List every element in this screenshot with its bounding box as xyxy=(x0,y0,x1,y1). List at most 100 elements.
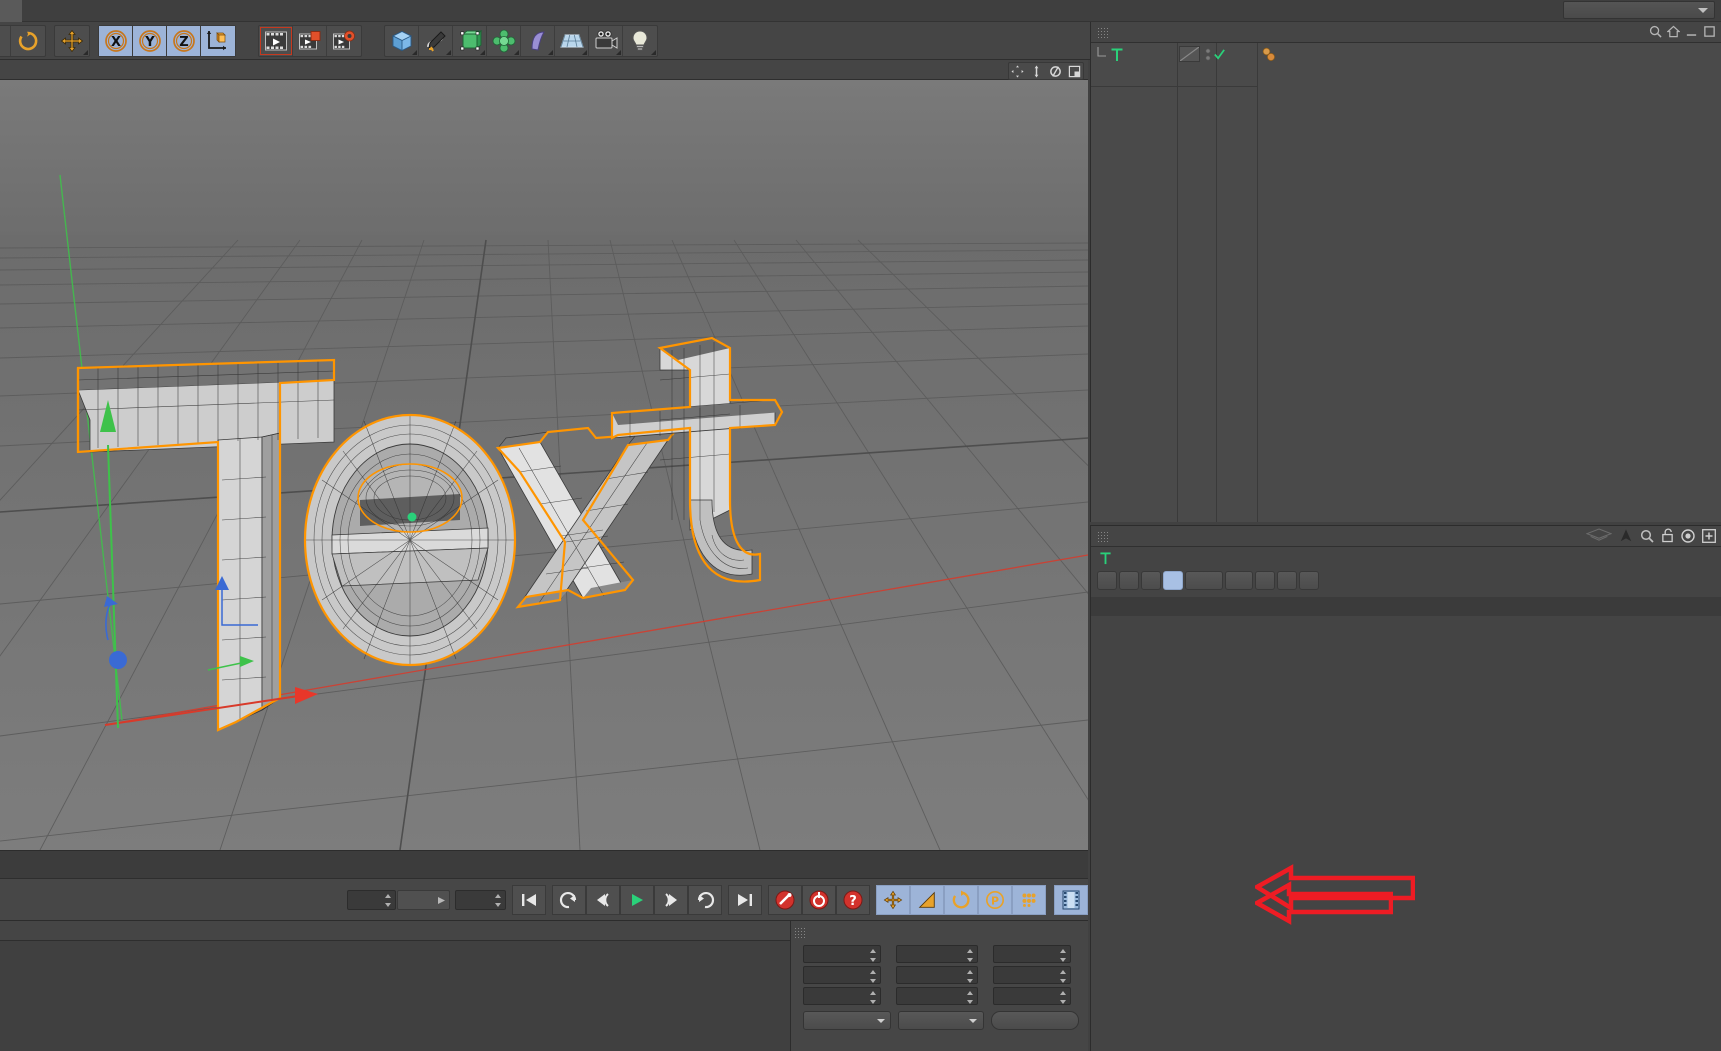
camera-icon[interactable] xyxy=(589,25,623,56)
cube-icon[interactable] xyxy=(385,25,419,56)
stepper-icon[interactable] xyxy=(1060,949,1067,962)
y-axis-icon[interactable]: Y xyxy=(133,25,167,56)
object-tree[interactable] xyxy=(1091,43,1721,522)
menu-plugins[interactable] xyxy=(176,0,198,22)
x-axis-icon[interactable]: X xyxy=(99,25,133,56)
play-reverse-loop-button[interactable] xyxy=(552,884,587,915)
plus-icon[interactable] xyxy=(1702,528,1716,543)
arrow-up-icon[interactable] xyxy=(1619,528,1633,543)
target-icon[interactable] xyxy=(1681,528,1695,543)
layout-dropdown[interactable] xyxy=(1563,1,1715,19)
viewport-3d-canvas[interactable] xyxy=(0,80,1088,850)
coordinate-size-dropdown[interactable] xyxy=(898,1010,984,1030)
bend-deformer-icon[interactable] xyxy=(521,25,555,56)
maximize-icon[interactable] xyxy=(1703,25,1716,38)
tab-coord[interactable] xyxy=(1119,570,1139,590)
stepper-icon[interactable] xyxy=(495,893,502,907)
rotation-h-field[interactable] xyxy=(993,945,1071,963)
step-forward-button[interactable] xyxy=(654,884,689,915)
layers-icon[interactable] xyxy=(1586,528,1612,543)
play-button[interactable] xyxy=(620,884,655,915)
stepper-icon[interactable] xyxy=(1060,991,1067,1004)
panel-grip-icon[interactable] xyxy=(1097,530,1108,542)
panel-grip-icon[interactable] xyxy=(794,926,805,938)
size-z-field[interactable] xyxy=(896,987,978,1005)
render-region-icon[interactable] xyxy=(293,25,327,56)
menu-mograph[interactable] xyxy=(132,0,154,22)
timeline-button[interactable] xyxy=(1054,884,1089,915)
param-key-button[interactable]: P xyxy=(978,884,1013,915)
rotation-p-field[interactable] xyxy=(993,966,1071,984)
panel-grip-icon[interactable] xyxy=(1097,26,1108,38)
pan-icon[interactable] xyxy=(1009,63,1026,79)
rotation-key-button[interactable] xyxy=(944,884,979,915)
stepper-icon[interactable] xyxy=(967,949,974,962)
preview-min-field[interactable] xyxy=(347,889,396,910)
menu-mesh[interactable] xyxy=(22,0,44,22)
position-key-button[interactable] xyxy=(876,884,911,915)
menu-tools[interactable] xyxy=(0,0,22,22)
menu-window[interactable] xyxy=(220,0,242,22)
stepper-icon[interactable] xyxy=(870,949,877,962)
position-z-field[interactable] xyxy=(803,987,881,1005)
search-icon[interactable] xyxy=(1640,529,1654,543)
undo-icon[interactable] xyxy=(0,25,11,56)
z-axis-icon[interactable]: Z xyxy=(167,25,201,56)
tab-lines[interactable] xyxy=(1225,570,1253,590)
menu-render[interactable] xyxy=(110,0,132,22)
floor-icon[interactable] xyxy=(555,25,589,56)
maximize-icon[interactable] xyxy=(1066,63,1083,79)
minimize-icon[interactable] xyxy=(1685,25,1698,38)
step-back-button[interactable] xyxy=(586,884,621,915)
stepper-icon[interactable] xyxy=(870,991,877,1004)
zoom-icon[interactable] xyxy=(1028,63,1045,79)
keyframe-selection-button[interactable]: ? xyxy=(836,884,871,915)
tab-words[interactable] xyxy=(1255,570,1275,590)
rotation-b-field[interactable] xyxy=(993,987,1071,1005)
object-display-toggle[interactable] xyxy=(1179,46,1200,62)
menu-script[interactable] xyxy=(198,0,220,22)
stepper-icon[interactable] xyxy=(1060,970,1067,983)
nurbs-icon[interactable] xyxy=(453,25,487,56)
coordinate-mode-dropdown[interactable] xyxy=(803,1010,891,1030)
loop-button[interactable] xyxy=(688,884,723,915)
menu-snap[interactable] xyxy=(44,0,66,22)
array-icon[interactable] xyxy=(487,25,521,56)
position-x-field[interactable] xyxy=(803,945,881,963)
tab-caps[interactable] xyxy=(1163,570,1183,590)
mograph-tag-icon[interactable] xyxy=(1261,47,1279,63)
tab-letters[interactable] xyxy=(1277,570,1297,590)
menu-help[interactable] xyxy=(242,0,264,22)
go-to-end-button[interactable] xyxy=(728,884,763,915)
tab-phong[interactable] xyxy=(1299,570,1319,590)
stepper-icon[interactable] xyxy=(870,970,877,983)
light-icon[interactable] xyxy=(623,26,657,56)
menu-animate[interactable] xyxy=(66,0,88,22)
apply-button[interactable] xyxy=(991,1010,1079,1030)
tab-object[interactable] xyxy=(1141,570,1161,590)
scale-key-button[interactable] xyxy=(910,884,945,915)
world-object-axis-icon[interactable] xyxy=(201,25,235,56)
visibility-dots-icon[interactable] xyxy=(1205,47,1211,62)
size-x-field[interactable] xyxy=(896,945,978,963)
search-icon[interactable] xyxy=(1649,25,1662,38)
position-y-field[interactable] xyxy=(803,966,881,984)
stepper-icon[interactable] xyxy=(967,991,974,1004)
stepper-icon[interactable] xyxy=(967,970,974,983)
spline-pen-icon[interactable] xyxy=(419,25,453,56)
end-frame-field[interactable] xyxy=(454,889,507,910)
tab-all[interactable] xyxy=(1185,570,1223,590)
size-y-field[interactable] xyxy=(896,966,978,984)
timeline-ruler[interactable] xyxy=(0,850,1088,878)
render-settings-icon[interactable] xyxy=(327,26,361,56)
move-tool-icon[interactable] xyxy=(55,26,89,56)
material-manager-body[interactable] xyxy=(0,941,790,1051)
lock-icon[interactable] xyxy=(1661,528,1674,543)
render-view-icon[interactable] xyxy=(259,25,293,56)
redo-icon[interactable] xyxy=(11,26,45,56)
record-keyframe-button[interactable] xyxy=(768,884,803,915)
object-row-motext[interactable] xyxy=(1091,45,1721,64)
point-level-key-button[interactable] xyxy=(1012,884,1047,915)
home-icon[interactable] xyxy=(1667,25,1680,38)
tab-basic[interactable] xyxy=(1097,570,1117,590)
